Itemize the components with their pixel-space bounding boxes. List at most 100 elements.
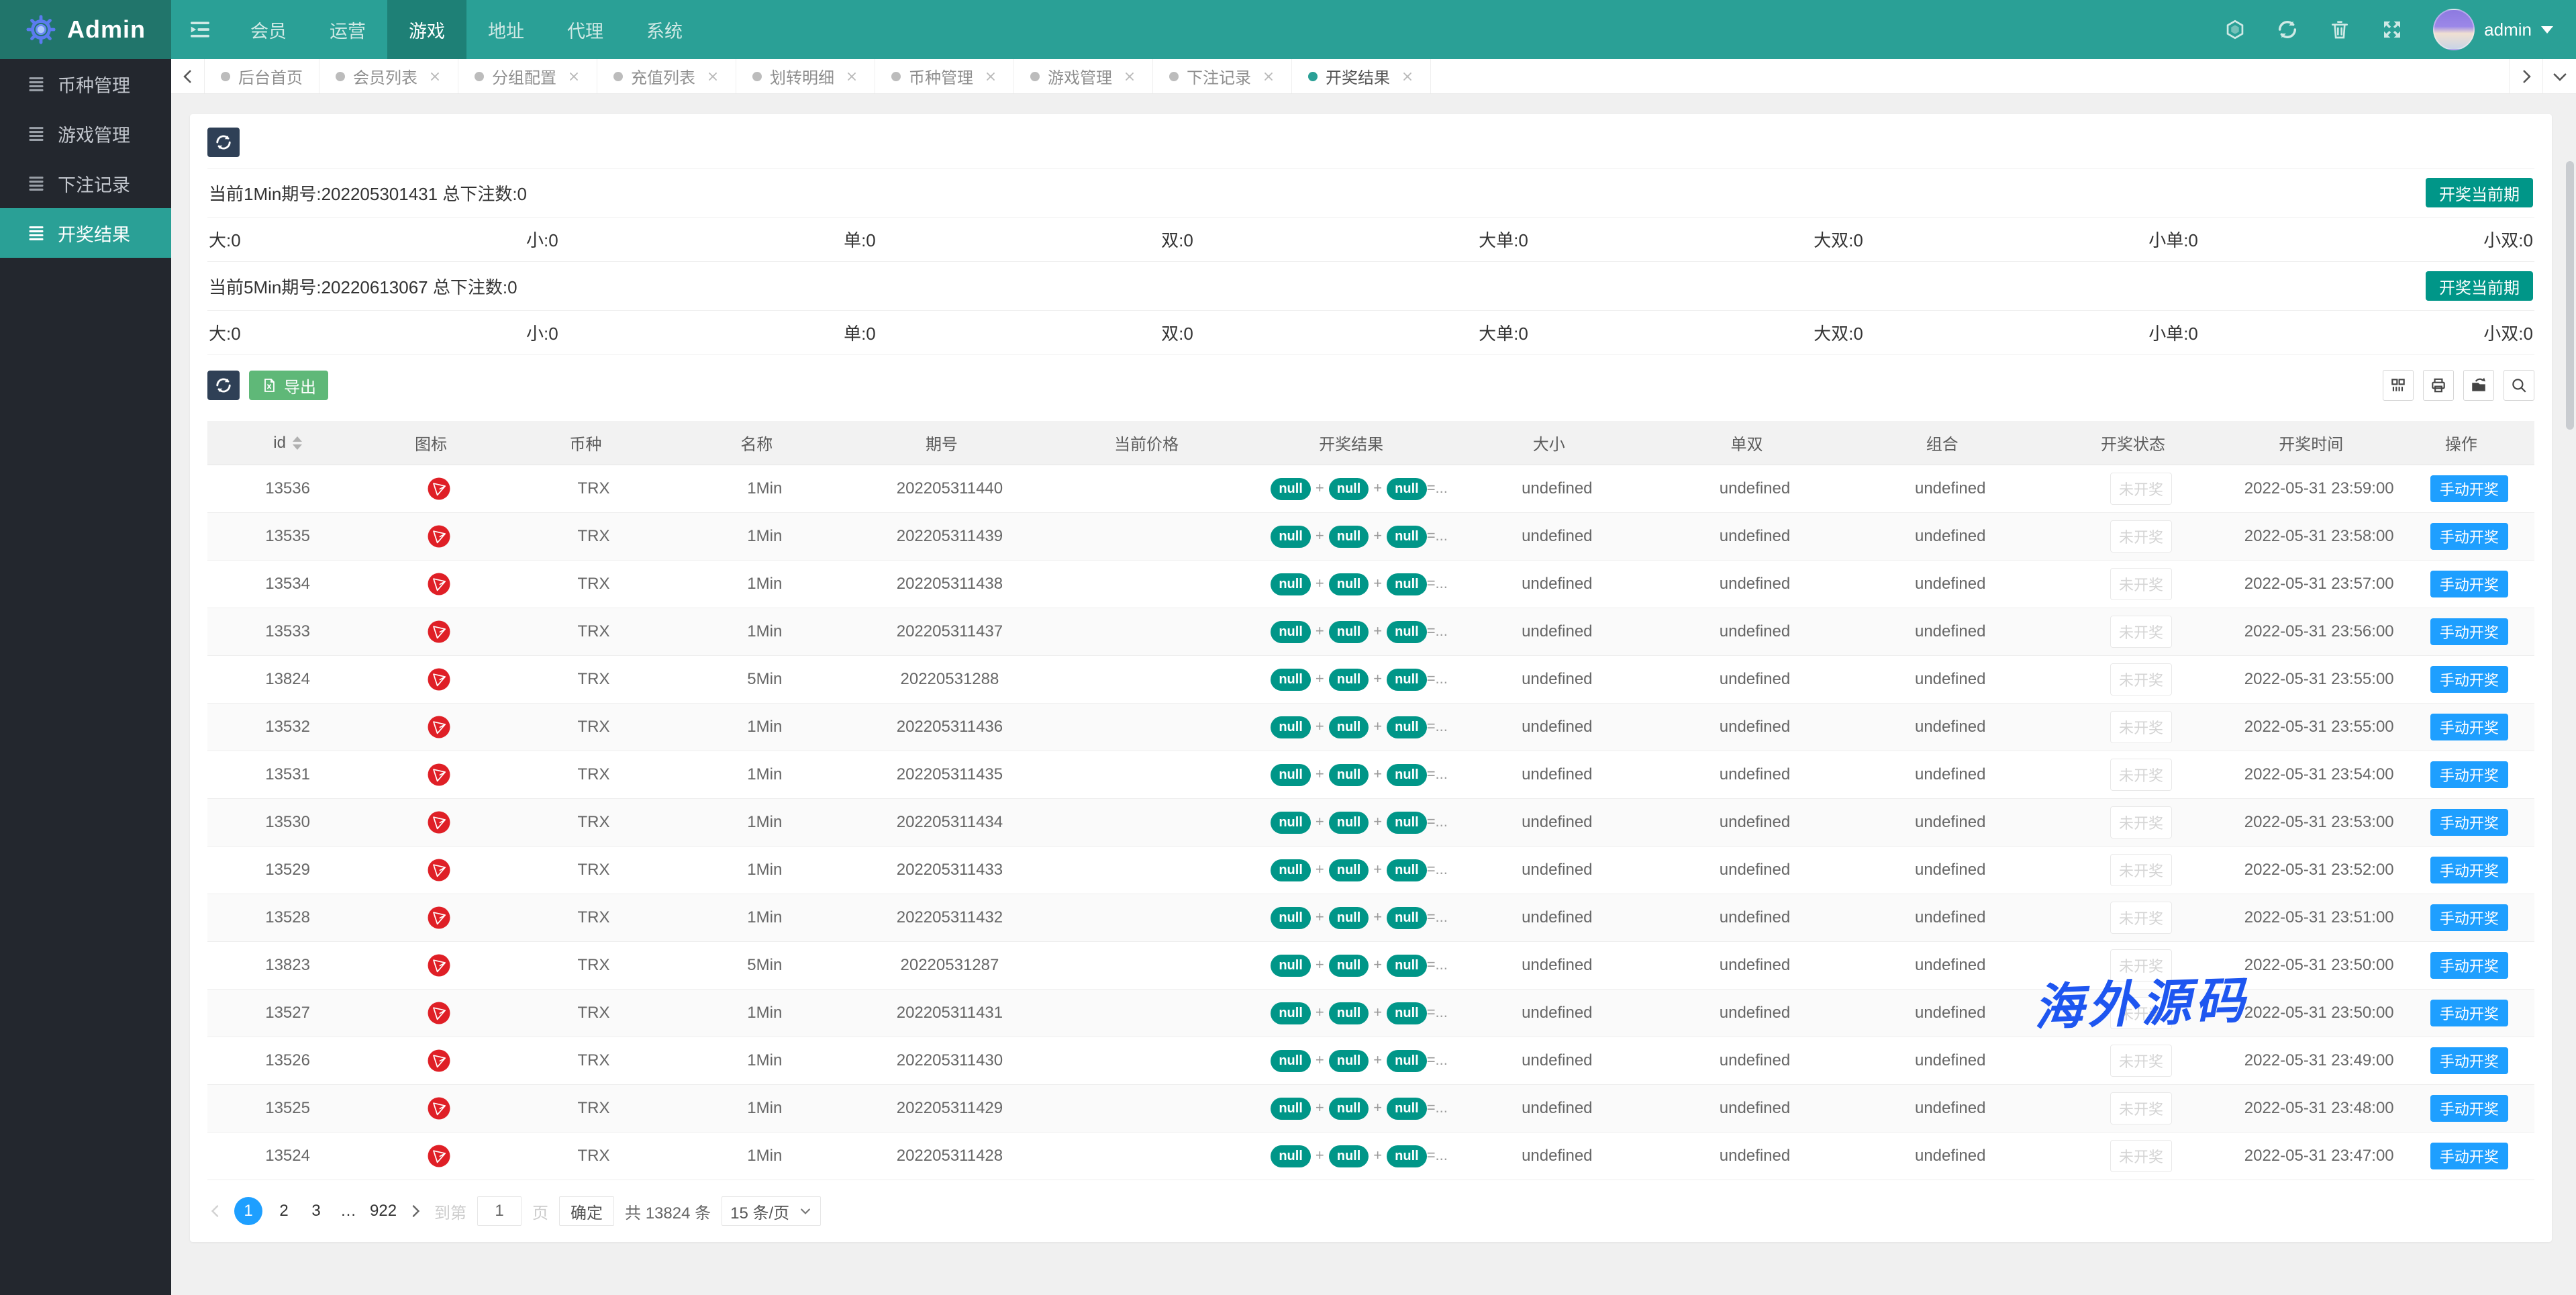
column-header[interactable]: id <box>207 421 368 465</box>
manual-draw-button[interactable]: 手动开奖 <box>2430 1000 2508 1026</box>
tab-close-icon[interactable] <box>706 70 720 83</box>
tab-close-icon[interactable] <box>845 70 858 83</box>
manual-draw-button[interactable]: 手动开奖 <box>2430 475 2508 502</box>
tab[interactable]: 划转明细 <box>736 59 875 93</box>
cell-coin: TRX <box>509 465 678 513</box>
tabs-scroll-left-button[interactable] <box>171 59 205 93</box>
trash-icon[interactable] <box>2328 18 2351 41</box>
list-icon <box>27 75 46 93</box>
tab[interactable]: 会员列表 <box>319 59 458 93</box>
sort-icon[interactable] <box>292 436 302 450</box>
trx-coin-icon <box>428 573 450 595</box>
nav-item[interactable]: 会员 <box>229 0 308 59</box>
tab-close-icon[interactable] <box>567 70 581 83</box>
page-number[interactable]: 922 <box>370 1202 397 1220</box>
collapse-menu-icon <box>190 21 210 38</box>
column-header[interactable]: 大小 <box>1456 421 1657 465</box>
tab[interactable]: 币种管理 <box>875 59 1014 93</box>
sidebar-collapse-button[interactable] <box>171 0 229 59</box>
page-number[interactable]: 1 <box>234 1197 262 1225</box>
nav-item[interactable]: 系统 <box>625 0 704 59</box>
sidebar-item[interactable]: 下注记录 <box>0 158 171 208</box>
manual-draw-button[interactable]: 手动开奖 <box>2430 666 2508 693</box>
tab-close-icon[interactable] <box>984 70 997 83</box>
manual-draw-button[interactable]: 手动开奖 <box>2430 809 2508 836</box>
manual-draw-button[interactable]: 手动开奖 <box>2430 761 2508 788</box>
manual-draw-button[interactable]: 手动开奖 <box>2430 1143 2508 1169</box>
column-header[interactable]: 开奖状态 <box>2048 421 2234 465</box>
tab[interactable]: 分组配置 <box>458 59 597 93</box>
manual-draw-button[interactable]: 手动开奖 <box>2430 571 2508 597</box>
tab-close-icon[interactable] <box>1401 70 1414 83</box>
print-button[interactable] <box>2423 370 2454 401</box>
cell-time: 2022-05-31 23:54:00 <box>2234 751 2404 799</box>
next-page-button[interactable] <box>407 1203 424 1219</box>
column-header[interactable]: 名称 <box>677 421 852 465</box>
export-data-button[interactable] <box>2463 370 2494 401</box>
scrollbar-thumb[interactable] <box>2566 161 2574 430</box>
manual-draw-button[interactable]: 手动开奖 <box>2430 1095 2508 1122</box>
fullscreen-icon[interactable] <box>2381 18 2404 41</box>
column-header[interactable]: 图标 <box>368 421 510 465</box>
tab[interactable]: 开奖结果 <box>1292 59 1431 93</box>
sidebar-item[interactable]: 游戏管理 <box>0 109 171 158</box>
status-badge: 未开奖 <box>2110 1092 2172 1124</box>
manual-draw-button[interactable]: 手动开奖 <box>2430 618 2508 645</box>
plus-sign: + <box>1315 860 1324 877</box>
prev-page-button[interactable] <box>207 1203 224 1219</box>
nav-item[interactable]: 代理 <box>546 0 625 59</box>
column-header[interactable]: 当前价格 <box>1047 421 1262 465</box>
column-header[interactable]: 组合 <box>1852 421 2048 465</box>
user-avatar[interactable] <box>2433 9 2475 50</box>
cell-period: 202205311432 <box>852 894 1048 942</box>
panel-refresh-button[interactable] <box>207 128 240 157</box>
manual-draw-button[interactable]: 手动开奖 <box>2430 952 2508 979</box>
page-number[interactable]: 2 <box>273 1202 295 1220</box>
page-number[interactable]: … <box>338 1202 359 1220</box>
tab[interactable]: 充值列表 <box>597 59 736 93</box>
draw-current-period-button-5min[interactable]: 开奖当前期 <box>2426 271 2533 301</box>
tab-close-icon[interactable] <box>428 70 442 83</box>
column-header[interactable]: 币种 <box>509 421 678 465</box>
confirm-button[interactable]: 确定 <box>559 1196 615 1226</box>
tab-close-icon[interactable] <box>1262 70 1275 83</box>
tab[interactable]: 后台首页 <box>205 59 319 93</box>
table-refresh-button[interactable] <box>207 371 240 400</box>
brand-logo[interactable]: Admin <box>0 0 171 59</box>
plus-sign: + <box>1373 955 1383 973</box>
sidebar-item[interactable]: 币种管理 <box>0 59 171 109</box>
column-header[interactable]: 期号 <box>852 421 1048 465</box>
manual-draw-button[interactable]: 手动开奖 <box>2430 523 2508 550</box>
manual-draw-button[interactable]: 手动开奖 <box>2430 904 2508 931</box>
cell-time: 2022-05-31 23:50:00 <box>2234 941 2404 990</box>
hexagon-cache-icon[interactable] <box>2224 18 2246 41</box>
refresh-icon[interactable] <box>2276 18 2299 41</box>
export-button[interactable]: 导出 <box>249 371 328 400</box>
manual-draw-button[interactable]: 手动开奖 <box>2430 714 2508 740</box>
tab-bar: 后台首页 会员列表 分组配置 充值列表 划转明细 币种管理 游戏管理 下注记录 … <box>171 59 2576 94</box>
jump-page-input[interactable] <box>477 1196 522 1226</box>
manual-draw-button[interactable]: 手动开奖 <box>2430 857 2508 883</box>
nav-item[interactable]: 运营 <box>308 0 387 59</box>
column-header[interactable]: 操作 <box>2404 421 2534 465</box>
nav-item[interactable]: 地址 <box>466 0 546 59</box>
tabs-scroll-right-button[interactable] <box>2509 59 2542 93</box>
per-page-select[interactable]: 15 条/页 <box>722 1196 822 1226</box>
tab[interactable]: 下注记录 <box>1153 59 1292 93</box>
tab-close-icon[interactable] <box>1123 70 1136 83</box>
column-header[interactable]: 开奖结果 <box>1261 421 1457 465</box>
filter-columns-button[interactable] <box>2383 370 2414 401</box>
sidebar-item[interactable]: 开奖结果 <box>0 208 171 258</box>
result-pill: null <box>1271 1145 1311 1167</box>
tab[interactable]: 游戏管理 <box>1014 59 1153 93</box>
result-pill: null <box>1387 620 1427 643</box>
user-menu[interactable]: admin <box>2433 9 2553 50</box>
page-number[interactable]: 3 <box>305 1202 327 1220</box>
draw-current-period-button-1min[interactable]: 开奖当前期 <box>2426 178 2533 207</box>
manual-draw-button[interactable]: 手动开奖 <box>2430 1047 2508 1074</box>
search-button[interactable] <box>2504 370 2534 401</box>
tabs-menu-button[interactable] <box>2542 59 2576 93</box>
column-header[interactable]: 开奖时间 <box>2234 421 2404 465</box>
nav-item[interactable]: 游戏 <box>387 0 466 59</box>
column-header[interactable]: 单双 <box>1656 421 1853 465</box>
